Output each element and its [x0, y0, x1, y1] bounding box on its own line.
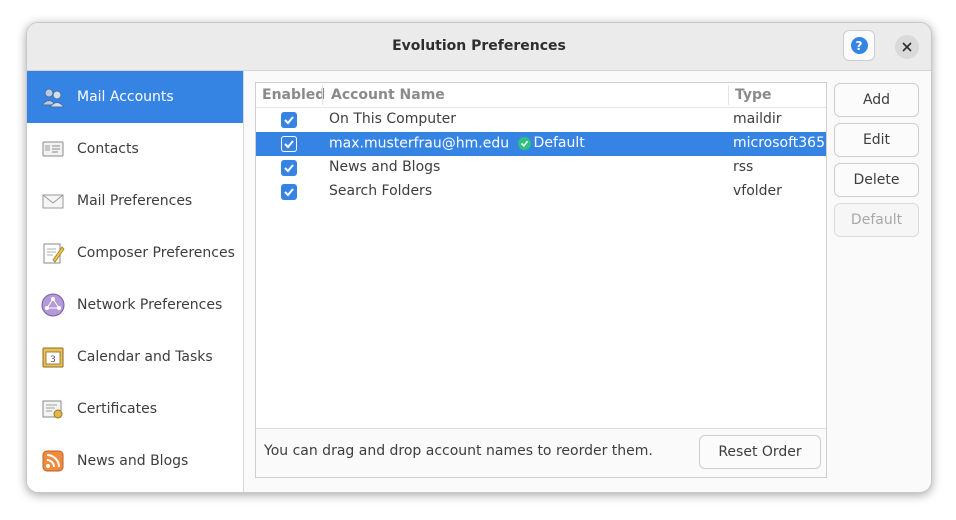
default-check-icon — [517, 136, 531, 150]
help-button[interactable]: ? — [843, 30, 875, 61]
sidebar-item-label: Composer Preferences — [77, 245, 235, 261]
sidebar-item-composer-preferences[interactable]: Composer Preferences — [27, 227, 243, 279]
column-header-account-name[interactable]: Account Name — [331, 87, 445, 103]
title-bar: Evolution Preferences ? — [27, 23, 931, 71]
enabled-checkbox[interactable] — [281, 136, 297, 152]
sidebar-item-label: Mail Accounts — [77, 89, 174, 105]
rss-icon — [41, 449, 65, 473]
account-name: News and Blogs — [329, 159, 441, 175]
default-button[interactable]: Default — [834, 203, 919, 237]
contacts-icon — [41, 137, 65, 161]
network-icon — [41, 293, 65, 317]
default-label: Default — [533, 135, 585, 151]
reset-order-button[interactable]: Reset Order — [699, 435, 821, 469]
account-type: vfolder — [733, 183, 782, 199]
account-type: maildir — [733, 111, 782, 127]
sidebar-item-news-and-blogs[interactable]: News and Blogs — [27, 435, 243, 487]
checkmark-icon — [284, 116, 294, 125]
account-type: microsoft365 — [733, 135, 825, 151]
sidebar-item-network-preferences[interactable]: Network Preferences — [27, 279, 243, 331]
column-header-enabled[interactable]: Enabled — [262, 87, 325, 103]
sidebar-item-certificates[interactable]: Certificates — [27, 383, 243, 435]
mail-icon — [41, 189, 65, 213]
sidebar-item-mail-accounts[interactable]: Mail Accounts — [27, 71, 243, 123]
column-separator[interactable] — [322, 85, 323, 105]
column-separator[interactable] — [728, 85, 729, 105]
account-row[interactable]: Search Folders vfolder — [256, 180, 826, 204]
composer-icon — [41, 241, 65, 265]
sidebar-item-calendar-and-tasks[interactable]: 3 Calendar and Tasks — [27, 331, 243, 383]
checkmark-icon — [284, 140, 294, 149]
sidebar-item-label: Mail Preferences — [77, 193, 193, 209]
checkmark-icon — [284, 164, 294, 173]
enabled-checkbox[interactable] — [281, 184, 297, 200]
sidebar-item-contacts[interactable]: Contacts — [27, 123, 243, 175]
column-header-type[interactable]: Type — [735, 87, 772, 103]
help-icon: ? — [850, 37, 868, 54]
close-icon — [902, 42, 912, 52]
account-type: rss — [733, 159, 754, 175]
default-badge: Default — [517, 135, 585, 151]
list-footer: You can drag and drop account names to r… — [256, 428, 826, 477]
delete-button[interactable]: Delete — [834, 163, 919, 197]
close-button[interactable] — [895, 35, 919, 59]
account-name: max.musterfrau@hm.edu — [329, 135, 510, 152]
sidebar: Mail Accounts Contacts Mail Preferences — [27, 71, 244, 492]
sidebar-item-label: Calendar and Tasks — [77, 349, 213, 365]
sidebar-item-label: Network Preferences — [77, 297, 223, 313]
account-row[interactable]: News and Blogs rss — [256, 156, 826, 180]
accounts-list-header: Enabled Account Name Type — [256, 83, 826, 108]
calendar-icon: 3 — [41, 345, 65, 369]
account-name: Search Folders — [329, 183, 433, 199]
accounts-list: Enabled Account Name Type On This Comput… — [255, 82, 827, 478]
certificate-icon — [41, 397, 65, 421]
account-name-cell: max.musterfrau@hm.edu Default — [329, 135, 585, 152]
sidebar-item-label: Contacts — [77, 141, 139, 157]
add-button[interactable]: Add — [834, 83, 919, 117]
enabled-checkbox[interactable] — [281, 160, 297, 176]
reorder-hint: You can drag and drop account names to r… — [264, 443, 653, 459]
account-row-selected[interactable]: max.musterfrau@hm.edu Default microsoft3… — [256, 132, 826, 156]
preferences-window: Evolution Preferences ? Mail Accounts Co… — [26, 22, 932, 493]
enabled-checkbox[interactable] — [281, 112, 297, 128]
svg-text:3: 3 — [50, 355, 56, 365]
sidebar-item-mail-preferences[interactable]: Mail Preferences — [27, 175, 243, 227]
sidebar-item-label: Certificates — [77, 401, 158, 417]
account-row[interactable]: On This Computer maildir — [256, 108, 826, 132]
window-title: Evolution Preferences — [392, 38, 566, 54]
checkmark-icon — [284, 188, 294, 197]
account-name: On This Computer — [329, 111, 456, 127]
accounts-icon — [41, 85, 65, 109]
edit-button[interactable]: Edit — [834, 123, 919, 157]
sidebar-item-label: News and Blogs — [77, 453, 189, 469]
